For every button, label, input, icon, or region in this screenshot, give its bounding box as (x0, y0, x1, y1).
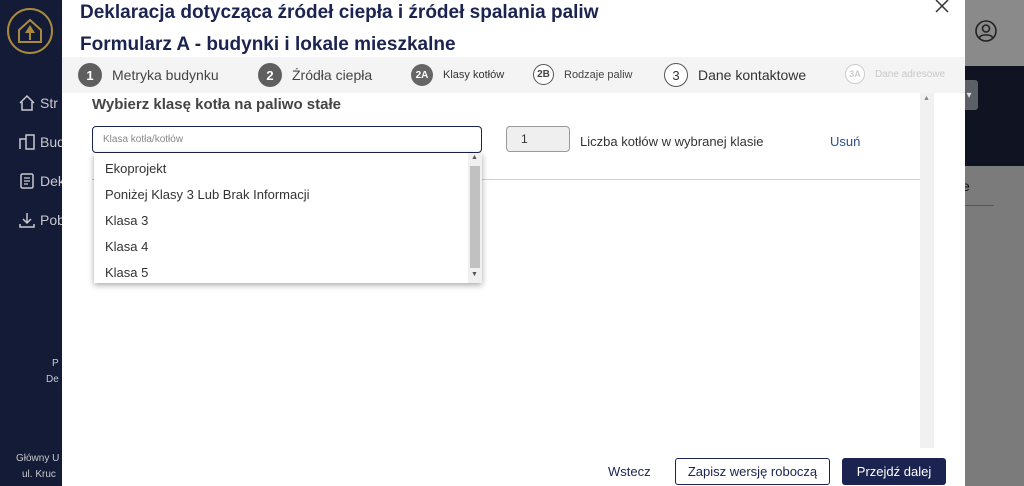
step-number: 3A (845, 64, 865, 84)
app-sidebar: Str Bud Dek Pob P De Główny U ul. Kruc (0, 0, 65, 486)
sidebar-footer-text: ul. Kruc (22, 469, 56, 480)
dropdown-option[interactable]: Klasa 3 (105, 213, 148, 228)
boiler-class-input[interactable] (92, 126, 482, 153)
step-label: Rodzaje paliw (564, 68, 633, 81)
sidebar-item-declarations[interactable]: Dek (18, 172, 65, 190)
bg-divider (962, 205, 994, 206)
modal-title: Deklaracja dotycząca źródeł ciepła i źró… (80, 2, 599, 23)
home-icon (19, 94, 35, 111)
step-boiler-classes[interactable]: 2A Klasy kotłów (411, 64, 504, 86)
sidebar-item-buildings[interactable]: Bud (18, 133, 65, 151)
step-address-data[interactable]: 3A Dane adresowe (845, 64, 945, 84)
form-stepper: 1 Metryka budynku 2 Źródła ciepła 2A Kla… (62, 57, 965, 93)
house-tree-logo-icon (18, 18, 42, 43)
save-draft-button[interactable]: Zapisz wersję roboczą (675, 458, 830, 485)
boiler-count-input[interactable]: 1 (506, 126, 570, 152)
step-number: 2 (258, 63, 282, 87)
step-label: Źródła ciepła (292, 67, 373, 83)
step-number: 2A (411, 64, 433, 86)
step-number: 3 (664, 63, 688, 87)
sidebar-item-downloads[interactable]: Pob (18, 211, 65, 229)
scroll-up-icon[interactable]: ▲ (471, 154, 478, 161)
declaration-modal: Deklaracja dotycząca źródeł ciepła i źró… (62, 0, 965, 486)
remove-link[interactable]: Usuń (830, 134, 860, 149)
sidebar-item-home[interactable]: Str (18, 94, 58, 112)
dropdown-option[interactable]: Poniżej Klasy 3 Lub Brak Informacji (105, 187, 309, 202)
dropdown-option[interactable]: Klasa 4 (105, 239, 148, 254)
user-avatar-icon[interactable] (975, 20, 997, 42)
scrollbar-thumb[interactable] (470, 166, 480, 268)
step-contact-data[interactable]: 3 Dane kontaktowe (664, 63, 806, 87)
form-content: Wybierz klasę kotła na paliwo stałe 1 Li… (62, 93, 932, 448)
step-fuel-types[interactable]: 2B Rodzaje paliw (533, 64, 632, 85)
app-logo[interactable] (7, 8, 53, 54)
step-label: Dane adresowe (875, 68, 946, 80)
step-label: Metryka budynku (112, 67, 219, 83)
sidebar-item-label: Str (40, 95, 58, 111)
step-building-metrics[interactable]: 1 Metryka budynku (78, 63, 219, 87)
boiler-class-dropdown: Ekoprojekt Poniżej Klasy 3 Lub Brak Info… (94, 153, 482, 283)
download-icon (19, 213, 35, 228)
close-icon (935, 0, 949, 13)
modal-scrollbar[interactable]: ▲ (920, 93, 934, 448)
sidebar-footer-text: Główny U (16, 453, 60, 464)
next-button[interactable]: Przejdź dalej (842, 458, 946, 485)
sidebar-footer-text: P (52, 358, 59, 369)
modal-subtitle: Formularz A - budynki i lokale mieszkaln… (80, 34, 456, 55)
dropdown-option[interactable]: Ekoprojekt (105, 161, 166, 176)
dropdown-scrollbar[interactable]: ▲ ▼ (468, 153, 482, 283)
sidebar-footer-text: De (46, 374, 59, 385)
step-number: 1 (78, 63, 102, 87)
app-content-area (965, 166, 1024, 486)
building-icon (19, 134, 35, 150)
step-label: Dane kontaktowe (698, 67, 807, 83)
back-button[interactable]: Wstecz (608, 464, 651, 479)
section-title: Wybierz klasę kotła na paliwo stałe (92, 96, 341, 113)
scroll-down-icon[interactable]: ▼ (471, 271, 478, 278)
dropdown-option[interactable]: Klasa 5 (105, 265, 148, 280)
scroll-up-icon[interactable]: ▲ (923, 95, 930, 102)
step-label: Klasy kotłów (443, 69, 505, 81)
step-heat-sources[interactable]: 2 Źródła ciepła (258, 63, 372, 87)
document-icon (20, 173, 34, 189)
close-button[interactable] (934, 0, 954, 18)
boiler-count-label: Liczba kotłów w wybranej klasie (580, 134, 764, 149)
step-number: 2B (533, 64, 554, 85)
